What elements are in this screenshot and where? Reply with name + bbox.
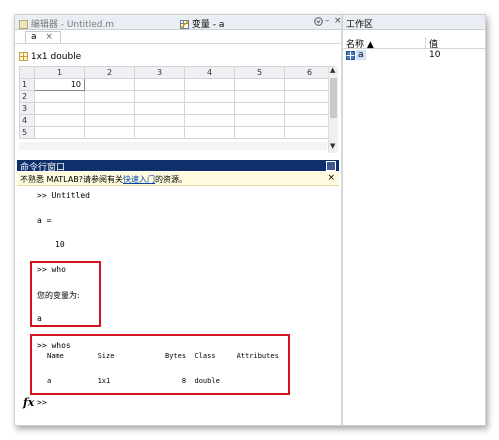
grid-cell[interactable]: 10 bbox=[34, 78, 85, 91]
variable-subtab-bar: a × bbox=[15, 30, 341, 44]
grid-row: 5 bbox=[19, 126, 335, 139]
row-header[interactable]: 5 bbox=[19, 126, 35, 139]
row-header[interactable]: 1 bbox=[19, 78, 35, 91]
minimize-icon[interactable]: – bbox=[325, 16, 330, 26]
grid-cell[interactable] bbox=[34, 114, 85, 127]
column-header[interactable]: 5 bbox=[234, 66, 285, 79]
grid-cell[interactable] bbox=[284, 114, 335, 127]
grid-corner bbox=[19, 66, 35, 79]
grid-row: 3 bbox=[19, 102, 335, 115]
grid-icon bbox=[19, 52, 28, 61]
scroll-up-icon[interactable]: ▲ bbox=[330, 66, 335, 74]
tab-a-close-icon[interactable]: × bbox=[45, 32, 53, 42]
notice-bar: 不熟悉 MATLAB?请参阅有关快速入门的资源。 × bbox=[17, 172, 339, 186]
document-tab-bar: 编辑器 - Untitled.m 变量 - a – × bbox=[15, 15, 342, 30]
notice-text: 不熟悉 MATLAB?请参阅有关快速入门的资源。 bbox=[20, 174, 187, 185]
grid-row: 1 10 bbox=[19, 78, 335, 91]
grid-cell[interactable] bbox=[34, 102, 85, 115]
grid-cell[interactable] bbox=[184, 114, 235, 127]
who-highlight-box bbox=[30, 261, 101, 327]
grid-cell[interactable] bbox=[34, 126, 85, 139]
grid-cell[interactable] bbox=[234, 114, 285, 127]
workspace-column-header: 名称 ▲ 值 bbox=[343, 36, 485, 50]
tab-a[interactable]: a × bbox=[25, 31, 61, 43]
grid-cell[interactable] bbox=[234, 126, 285, 139]
grid-cell[interactable] bbox=[184, 90, 235, 103]
variable-info: 1x1 double bbox=[19, 52, 81, 63]
command-window-header: 命令行窗口 bbox=[17, 160, 339, 173]
row-header[interactable]: 3 bbox=[19, 102, 35, 115]
fx-icon[interactable]: fx bbox=[23, 396, 34, 409]
variable-grid-icon bbox=[346, 51, 355, 60]
grid-hscrollbar[interactable] bbox=[19, 142, 327, 150]
tab-variable[interactable]: 变量 - a bbox=[180, 17, 290, 30]
options-icon[interactable] bbox=[314, 17, 323, 26]
variable-grid: 1 2 3 4 5 6 1 10 2 3 4 5 bbox=[19, 66, 335, 139]
editor-icon bbox=[19, 20, 28, 29]
grid-cell[interactable] bbox=[234, 90, 285, 103]
grid-cell[interactable] bbox=[184, 102, 235, 115]
notice-prefix: 不熟悉 MATLAB?请参阅有关 bbox=[20, 175, 124, 184]
grid-cell[interactable] bbox=[84, 78, 135, 91]
workspace-value-header[interactable]: 值 bbox=[425, 37, 438, 50]
whos-highlight-box bbox=[30, 334, 290, 395]
grid-cell[interactable] bbox=[34, 90, 85, 103]
tab-editor[interactable]: 编辑器 - Untitled.m bbox=[19, 17, 179, 30]
grid-cell[interactable] bbox=[284, 102, 335, 115]
grid-cell[interactable] bbox=[84, 114, 135, 127]
grid-cell[interactable] bbox=[84, 102, 135, 115]
grid-cell[interactable] bbox=[284, 90, 335, 103]
variable-size-label: 1x1 double bbox=[30, 52, 82, 62]
tab-a-label: a bbox=[31, 32, 37, 42]
scroll-thumb[interactable] bbox=[330, 78, 337, 118]
workspace-row[interactable]: a 10 bbox=[343, 50, 485, 61]
grid-cell[interactable] bbox=[134, 102, 185, 115]
row-header[interactable]: 2 bbox=[19, 90, 35, 103]
grid-scrollbar[interactable]: ▲ ▼ bbox=[328, 66, 338, 153]
scroll-down-icon[interactable]: ▼ bbox=[330, 142, 335, 150]
workspace-var-name: a bbox=[356, 50, 366, 60]
grid-row: 4 bbox=[19, 114, 335, 127]
column-header[interactable]: 6 bbox=[284, 66, 335, 79]
tab-variable-label: 变量 - a bbox=[191, 20, 225, 30]
grid-cell[interactable] bbox=[134, 78, 185, 91]
grid-cell[interactable] bbox=[284, 78, 335, 91]
variable-editor-icon bbox=[180, 20, 189, 29]
workspace-header: 工作区 bbox=[343, 15, 485, 30]
notice-close-icon[interactable]: × bbox=[327, 173, 335, 183]
grid-cell[interactable] bbox=[184, 126, 235, 139]
grid-cell[interactable] bbox=[134, 114, 185, 127]
matlab-window: 编辑器 - Untitled.m 变量 - a – × a × 1x1 doub… bbox=[14, 14, 486, 426]
command-line: 10 bbox=[55, 240, 65, 249]
column-header[interactable]: 1 bbox=[34, 66, 85, 79]
grid-cell[interactable] bbox=[134, 90, 185, 103]
grid-cell[interactable] bbox=[234, 102, 285, 115]
grid-cell[interactable] bbox=[284, 126, 335, 139]
quick-start-link[interactable]: 快速入门 bbox=[123, 175, 155, 184]
column-header[interactable]: 3 bbox=[134, 66, 185, 79]
command-prompt[interactable]: >> bbox=[37, 398, 47, 407]
grid-row: 2 bbox=[19, 90, 335, 103]
notice-suffix: 的资源。 bbox=[155, 175, 188, 184]
grid-cell[interactable] bbox=[84, 126, 135, 139]
pin-icon[interactable] bbox=[326, 161, 336, 171]
grid-cell[interactable] bbox=[134, 126, 185, 139]
workspace-title: 工作区 bbox=[346, 20, 374, 30]
workspace-name-header[interactable]: 名称 ▲ bbox=[346, 37, 374, 50]
command-line: >> Untitled bbox=[37, 191, 90, 200]
grid-cell[interactable] bbox=[184, 78, 235, 91]
grid-cell[interactable] bbox=[84, 90, 135, 103]
column-header[interactable]: 4 bbox=[184, 66, 235, 79]
row-header[interactable]: 4 bbox=[19, 114, 35, 127]
panel-divider[interactable] bbox=[341, 15, 343, 425]
grid-cell[interactable] bbox=[234, 78, 285, 91]
workspace-var-value: 10 bbox=[429, 50, 441, 60]
column-header[interactable]: 2 bbox=[84, 66, 135, 79]
grid-header-row: 1 2 3 4 5 6 bbox=[19, 66, 335, 79]
tab-editor-label: 编辑器 - Untitled.m bbox=[30, 20, 115, 30]
command-line: a = bbox=[37, 216, 52, 225]
